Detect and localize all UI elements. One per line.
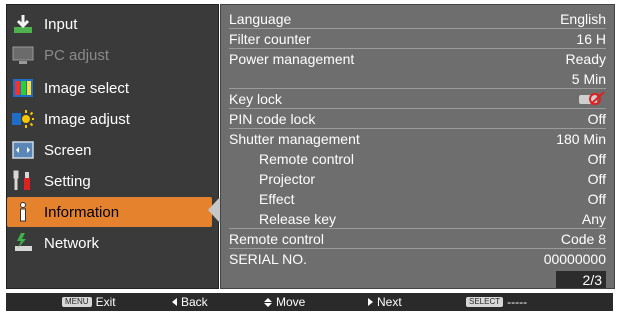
setting-row-pin-code-lock: PIN code lock Off: [229, 109, 606, 129]
setting-row-shutter-management: Shutter management 180 Min: [229, 129, 606, 148]
setting-value: English: [560, 10, 606, 27]
setting-row-language: Language English: [229, 9, 606, 29]
setting-row-shutter-effect: Effect Off: [229, 189, 606, 208]
setting-value: Code 8: [560, 230, 606, 247]
setting-label: Language: [229, 10, 292, 27]
select-key-icon: SELECT: [466, 297, 504, 307]
setting-label: SERIAL NO.: [229, 250, 308, 267]
back-hint: Back: [172, 293, 208, 311]
setting-row-shutter-projector: Projector Off: [229, 169, 606, 188]
menu-item-label: Information: [44, 203, 120, 221]
menu-item-setting[interactable]: Setting: [7, 166, 218, 196]
setting-row-shutter-release-key: Release key Any: [229, 209, 606, 229]
menu-item-label: Image select: [44, 79, 130, 97]
menu-item-label: Input: [44, 15, 78, 33]
main-menu: Input PC adjust Image select Image adjus…: [6, 4, 219, 289]
setting-label: Release key: [259, 210, 337, 227]
left-arrow-icon: [172, 298, 177, 306]
right-arrow-icon: [368, 298, 373, 306]
setting-value: Any: [581, 210, 606, 227]
menu-item-information[interactable]: Information: [7, 197, 212, 227]
setting-label: Remote control: [259, 150, 354, 167]
menu-item-label: PC adjust: [44, 46, 110, 64]
setting-value: 16 H: [576, 30, 606, 47]
image-select-icon: [12, 77, 34, 99]
setting-row-power-timer: 5 Min: [229, 69, 606, 89]
setting-value: Off: [587, 170, 606, 187]
setting-value: Off: [587, 190, 606, 207]
menu-item-pc-adjust: PC adjust: [7, 40, 218, 70]
menu-key-icon: MENU: [62, 297, 92, 307]
setting-row-serial-no: SERIAL NO. 00000000: [229, 249, 606, 268]
setting-label: Effect: [259, 190, 295, 207]
setting-label: PIN code lock: [229, 110, 316, 127]
menu-item-network[interactable]: Network: [7, 228, 218, 258]
menu-item-image-select[interactable]: Image select: [7, 73, 218, 103]
pc-adjust-icon: [12, 44, 34, 66]
next-label: Next: [377, 295, 402, 309]
exit-label: Exit: [95, 295, 116, 309]
setting-label: Filter counter: [229, 30, 311, 47]
information-icon: [12, 201, 34, 223]
setting-label: Remote control: [229, 230, 324, 247]
select-hint: SELECT -----: [466, 293, 527, 311]
menu-item-label: Image adjust: [44, 110, 130, 128]
image-adjust-icon: [12, 108, 34, 130]
menu-item-label: Screen: [44, 141, 92, 159]
setting-value: 180 Min: [556, 130, 606, 147]
information-settings-panel: Language English Filter counter 16 H Pow…: [220, 4, 615, 289]
setting-value: [578, 90, 606, 107]
setting-row-power-management: Power management Ready: [229, 49, 606, 68]
setting-label: Projector: [259, 170, 316, 187]
next-hint: Next: [368, 293, 402, 311]
setting-row-key-lock: Key lock: [229, 89, 606, 109]
exit-hint: MENU Exit: [62, 293, 116, 311]
select-label: -----: [507, 295, 528, 309]
input-icon: [12, 13, 34, 35]
move-hint: Move: [264, 293, 305, 311]
menu-item-screen[interactable]: Screen: [7, 135, 218, 165]
projector-menu-screen: Input PC adjust Image select Image adjus…: [0, 0, 618, 313]
setting-value: Off: [587, 150, 606, 167]
setting-row-remote-control: Remote control Code 8: [229, 229, 606, 249]
setting-row-shutter-remote-control: Remote control Off: [229, 149, 606, 168]
active-item-pointer: [208, 197, 220, 223]
setting-label: Key lock: [229, 90, 282, 107]
setting-label: Power management: [229, 50, 355, 67]
menu-item-label: Network: [44, 234, 100, 252]
menu-item-label: Setting: [44, 172, 91, 190]
key-guide-bar: MENU Exit Back Move Next SELECT -----: [6, 293, 613, 311]
setting-label: Shutter management: [229, 130, 360, 147]
setting-value: Ready: [565, 50, 606, 67]
setting-value: Off: [587, 110, 606, 127]
setting-value: 5 Min: [571, 70, 606, 87]
page-indicator: 2/3: [556, 271, 606, 288]
menu-item-input[interactable]: Input: [7, 9, 218, 39]
menu-item-image-adjust[interactable]: Image adjust: [7, 104, 218, 134]
back-label: Back: [181, 295, 208, 309]
move-label: Move: [276, 295, 306, 309]
setting-row-filter-counter: Filter counter 16 H: [229, 29, 606, 49]
key-lock-icon: [578, 91, 606, 107]
up-down-arrow-icon: [264, 297, 272, 307]
setting-value: 00000000: [543, 250, 606, 267]
setting-icon: [12, 170, 34, 192]
screen-icon: [12, 139, 34, 161]
network-icon: [12, 232, 34, 254]
